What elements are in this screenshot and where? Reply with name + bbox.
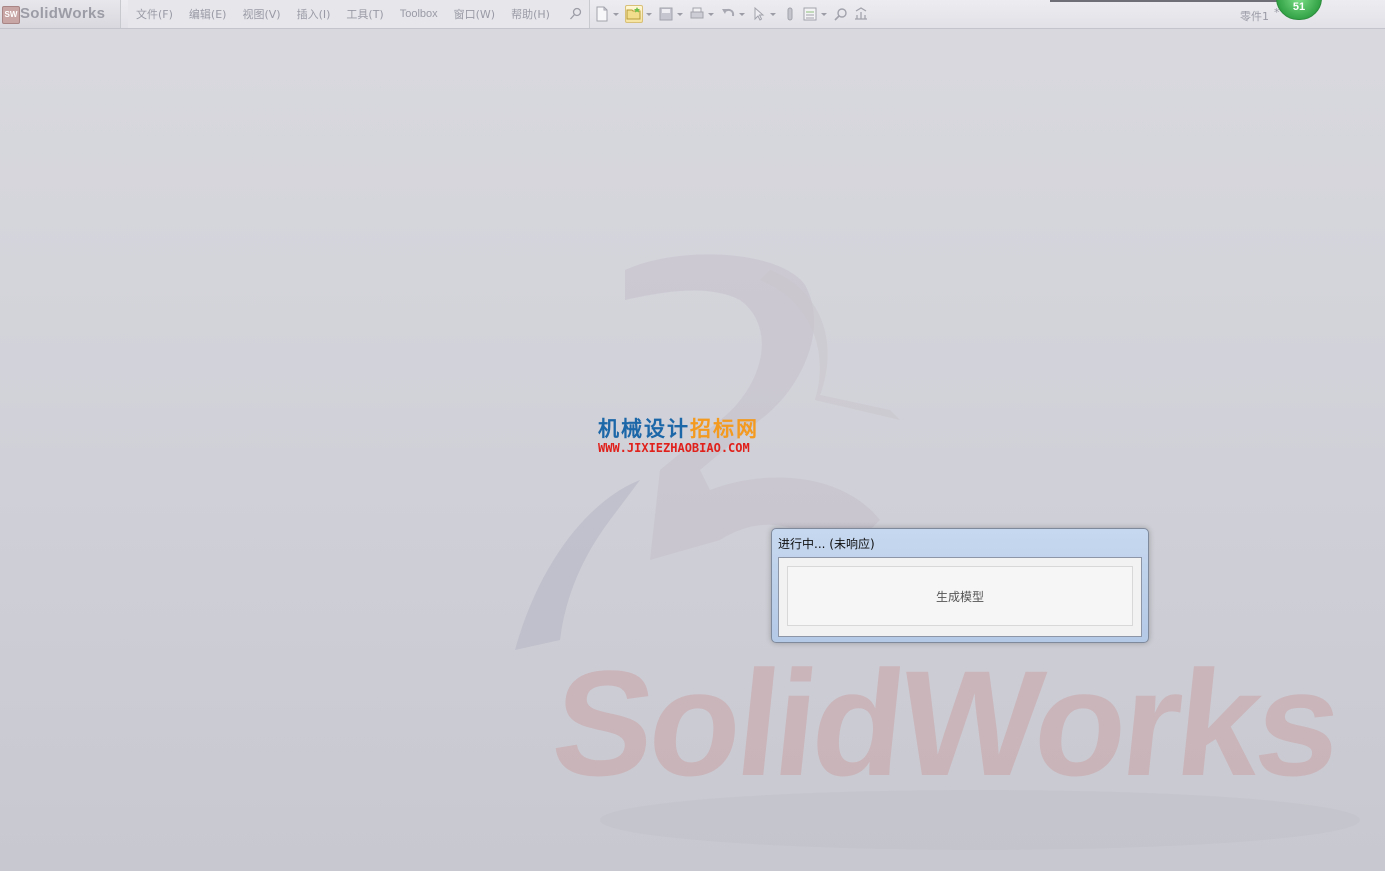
menu-view[interactable]: 视图(V) xyxy=(234,6,288,22)
select-dropdown-icon[interactable] xyxy=(769,6,776,22)
logo-shadow xyxy=(600,790,1360,850)
open-folder-icon[interactable] xyxy=(625,5,643,23)
undo-icon[interactable] xyxy=(720,6,736,22)
background-logo-text: SolidWorks xyxy=(545,639,1345,807)
watermark-title: 机械设计招标网 xyxy=(598,413,759,443)
rebuild-icon[interactable] xyxy=(782,6,798,22)
dialog-message: 生成模型 xyxy=(935,589,984,604)
dialog-title: 进行中... (未响应) xyxy=(778,537,875,551)
new-document-icon[interactable] xyxy=(594,6,610,22)
progress-dialog[interactable]: 进行中... (未响应) 生成模型 xyxy=(771,528,1149,643)
menu-tools[interactable]: 工具(T) xyxy=(338,6,391,22)
print-dropdown-icon[interactable] xyxy=(707,6,714,22)
logo-swoosh-top xyxy=(625,254,880,560)
menu-insert[interactable]: 插入(I) xyxy=(289,6,339,22)
menu-edit[interactable]: 编辑(E) xyxy=(181,6,235,22)
app-logo-icon: SW xyxy=(2,6,20,24)
watermark-title-part1: 机械设计 xyxy=(598,416,690,441)
print-icon[interactable] xyxy=(689,6,705,22)
document-title: 零件1 xyxy=(1240,10,1269,23)
select-cursor-icon[interactable] xyxy=(751,6,767,22)
pin-icon[interactable] xyxy=(569,7,583,21)
options-dropdown-icon[interactable] xyxy=(820,6,827,22)
menu-file[interactable]: 文件(F) xyxy=(128,6,181,22)
standard-toolbar xyxy=(592,0,871,28)
save-dropdown-icon[interactable] xyxy=(676,6,683,22)
top-edge-line xyxy=(1050,0,1278,2)
app-logo[interactable]: SW SolidWorks xyxy=(0,0,121,28)
menu-help[interactable]: 帮助(H) xyxy=(503,6,558,22)
watermark-title-part2: 招标网 xyxy=(690,416,759,441)
open-dropdown-icon[interactable] xyxy=(645,6,652,22)
menu-bar: 文件(F) 编辑(E) 视图(V) 插入(I) 工具(T) Toolbox 窗口… xyxy=(128,0,590,28)
save-icon[interactable] xyxy=(658,6,674,22)
undo-dropdown-icon[interactable] xyxy=(738,6,745,22)
watermark-url: WWW.JIXIEZHAOBIAO.COM xyxy=(598,441,750,455)
dialog-body: 生成模型 xyxy=(778,557,1142,637)
app-logo-text: SolidWorks xyxy=(20,5,106,22)
menu-toolbox[interactable]: Toolbox xyxy=(392,8,446,20)
dialog-message-panel: 生成模型 xyxy=(787,566,1133,626)
search-parts-icon[interactable] xyxy=(833,6,849,22)
top-toolbar: SW SolidWorks 文件(F) 编辑(E) 视图(V) 插入(I) 工具… xyxy=(0,0,1385,29)
notification-counter-badge[interactable]: 51 xyxy=(1276,0,1322,20)
measure-icon[interactable] xyxy=(853,6,869,22)
new-document-dropdown-icon[interactable] xyxy=(612,6,619,22)
options-list-icon[interactable] xyxy=(802,6,818,22)
logo-swoosh-left xyxy=(515,480,640,650)
menu-window[interactable]: 窗口(W) xyxy=(446,6,503,22)
